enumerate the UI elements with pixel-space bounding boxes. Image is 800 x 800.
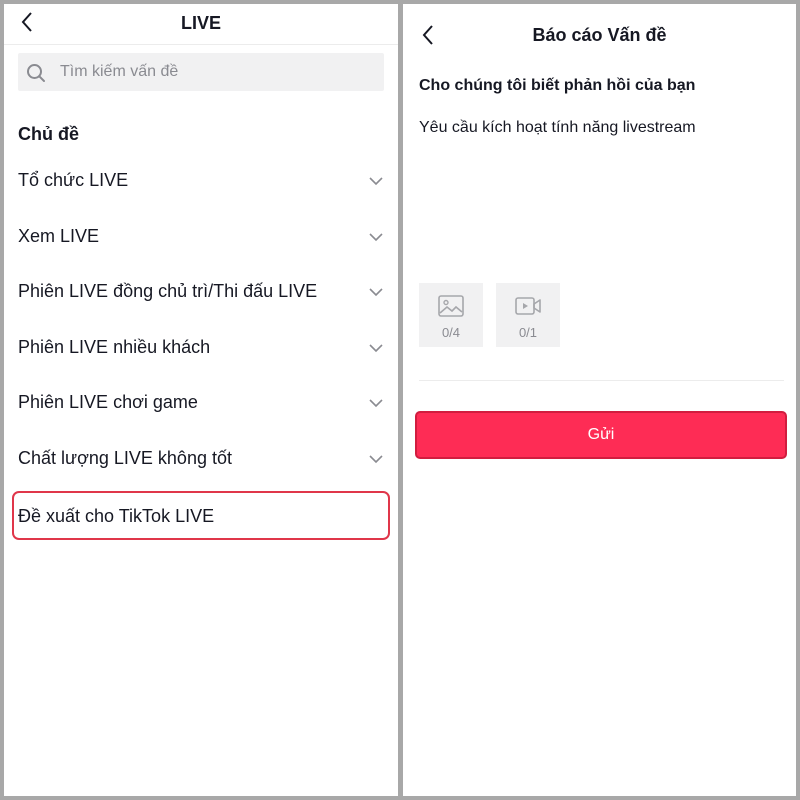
header: Báo cáo Vấn đề bbox=[403, 4, 796, 60]
topic-item-multi-guest[interactable]: Phiên LIVE nhiều khách bbox=[4, 321, 398, 377]
topic-label: Xem LIVE bbox=[18, 225, 100, 246]
video-icon bbox=[515, 297, 541, 315]
chevron-down-icon bbox=[369, 177, 383, 186]
page-title: LIVE bbox=[180, 13, 221, 33]
image-icon bbox=[438, 295, 464, 317]
feedback-heading: Cho chúng tôi biết phản hồi của bạn bbox=[419, 77, 696, 94]
header: LIVE bbox=[4, 4, 398, 45]
add-image-button[interactable]: 0/4 bbox=[419, 283, 483, 347]
topic-label: Phiên LIVE đồng chủ trì/Thi đấu LIVE bbox=[18, 281, 318, 301]
topic-item-cohost-battle[interactable]: Phiên LIVE đồng chủ trì/Thi đấu LIVE bbox=[4, 265, 398, 321]
chevron-down-icon bbox=[369, 454, 383, 463]
section-title: Chủ đề bbox=[18, 124, 79, 144]
search-bar[interactable] bbox=[18, 53, 384, 91]
topic-label: Đề xuất cho TikTok LIVE bbox=[18, 506, 215, 526]
topic-item-host-live[interactable]: Tổ chức LIVE bbox=[4, 154, 398, 210]
report-problem-screen: Báo cáo Vấn đề Cho chúng tôi biết phản h… bbox=[403, 4, 796, 796]
topic-label: Tổ chức LIVE bbox=[18, 170, 129, 190]
add-video-button[interactable]: 0/1 bbox=[496, 283, 560, 347]
feedback-input[interactable]: Yêu cầu kích hoạt tính năng livestream bbox=[419, 119, 696, 137]
search-icon bbox=[27, 64, 45, 82]
page-title: Báo cáo Vấn đề bbox=[532, 25, 667, 45]
search-input[interactable] bbox=[60, 53, 370, 91]
topic-list-screen: LIVE Chủ đề Tổ chức LIVE Xem LIVE bbox=[4, 4, 398, 796]
topic-label: Chất lượng LIVE không tốt bbox=[18, 447, 232, 468]
topic-list: Tổ chức LIVE Xem LIVE Phiên LIVE đồng ch… bbox=[4, 154, 398, 540]
divider bbox=[419, 380, 784, 381]
topic-label: Phiên LIVE nhiều khách bbox=[18, 336, 211, 357]
topic-item-suggestion[interactable]: Đề xuất cho TikTok LIVE bbox=[12, 491, 390, 540]
topic-item-poor-quality[interactable]: Chất lượng LIVE không tốt bbox=[4, 432, 398, 488]
image-count: 0/4 bbox=[441, 325, 461, 340]
screenshot-frame: LIVE Chủ đề Tổ chức LIVE Xem LIVE bbox=[0, 0, 800, 800]
chevron-down-icon bbox=[369, 288, 383, 297]
video-count: 0/1 bbox=[518, 325, 538, 340]
chevron-down-icon bbox=[369, 232, 383, 241]
topic-item-watch-live[interactable]: Xem LIVE bbox=[4, 210, 398, 266]
topic-label: Phiên LIVE chơi game bbox=[18, 392, 198, 412]
topic-item-gaming-live[interactable]: Phiên LIVE chơi game bbox=[4, 376, 398, 432]
submit-button[interactable]: Gửi bbox=[415, 411, 787, 459]
chevron-down-icon bbox=[369, 399, 383, 408]
chevron-down-icon bbox=[369, 343, 383, 352]
